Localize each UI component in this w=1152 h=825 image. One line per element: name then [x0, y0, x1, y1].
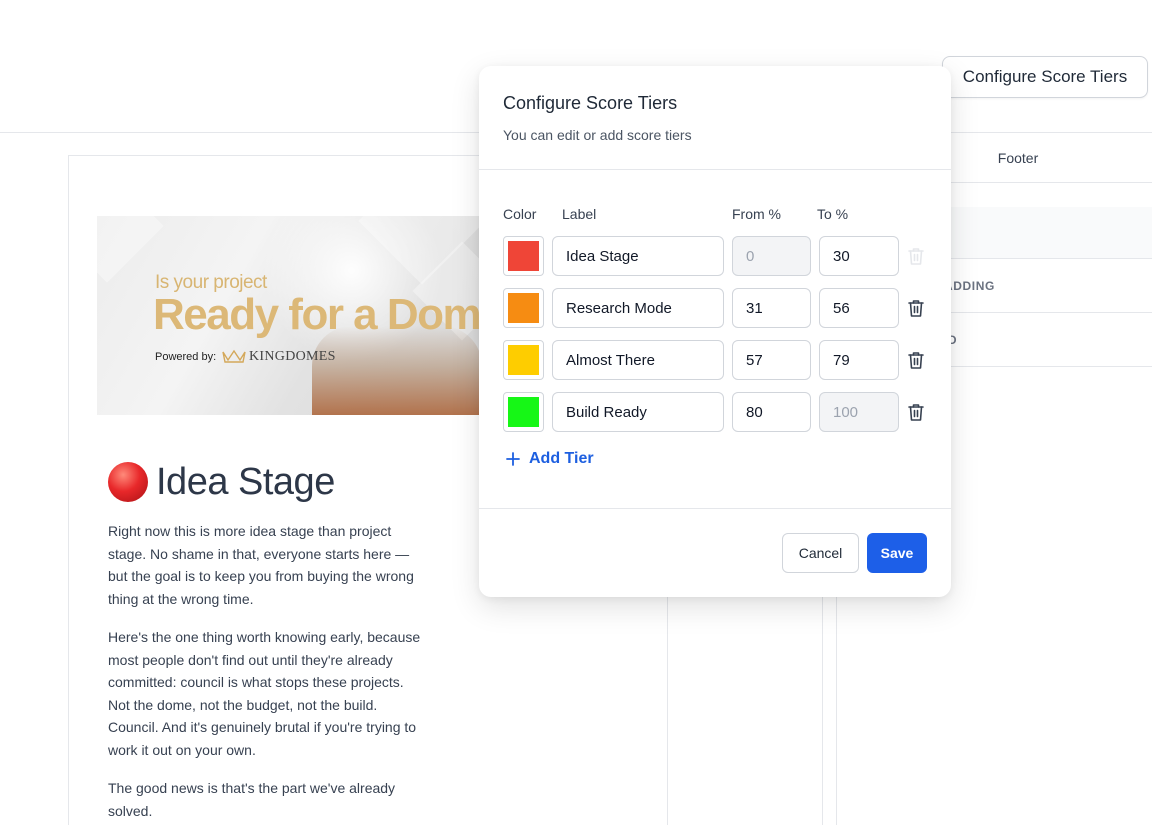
cancel-button[interactable]: Cancel [782, 533, 859, 573]
tier-label-input[interactable] [552, 340, 724, 380]
tier-from-input [732, 236, 811, 276]
tier-from-input[interactable] [732, 288, 811, 328]
configure-score-tiers-modal: Configure Score Tiers You can edit or ad… [479, 66, 951, 597]
color-swatch[interactable] [503, 236, 544, 276]
column-header-to: To % [817, 206, 849, 222]
color-swatch-fill [508, 241, 539, 271]
tier-label-input[interactable] [552, 392, 724, 432]
result-section: Idea Stage Right now this is more idea s… [108, 458, 528, 822]
configure-score-tiers-button[interactable]: Configure Score Tiers [942, 56, 1148, 98]
modal-subtitle: You can edit or add score tiers [503, 127, 692, 143]
tier-label-input[interactable] [552, 288, 724, 328]
color-swatch[interactable] [503, 392, 544, 432]
add-tier-button[interactable]: Add Tier [505, 450, 594, 468]
hero-banner: Is your project Ready for a Dom Powered … [97, 216, 480, 415]
divider [479, 508, 951, 509]
tab-footer-label: Footer [997, 149, 1039, 166]
color-swatch-fill [508, 345, 539, 375]
color-swatch[interactable] [503, 340, 544, 380]
column-header-from: From % [732, 206, 781, 222]
column-header-label: Label [562, 206, 597, 222]
tier-from-input[interactable] [732, 392, 811, 432]
crown-icon [222, 349, 246, 363]
plus-icon [506, 452, 520, 466]
result-heading: Idea Stage [108, 458, 528, 506]
tier-row [479, 392, 951, 432]
hero-decor [97, 216, 164, 283]
modal-title: Configure Score Tiers [503, 93, 678, 113]
color-swatch-fill [508, 293, 539, 323]
tier-label-input[interactable] [552, 236, 724, 276]
result-paragraph: Here's the one thing worth knowing early… [108, 629, 421, 758]
hero-brand: KINGDOMES [249, 349, 336, 364]
setting-row-label: ADDING [944, 278, 995, 293]
trash-icon[interactable] [907, 298, 925, 318]
tier-to-input [819, 392, 899, 432]
add-tier-label: Add Tier [529, 450, 594, 467]
tier-to-input[interactable] [819, 288, 899, 328]
result-paragraph: The good news is that's the part we've a… [108, 780, 396, 819]
hero-headline: Ready for a Dom [153, 290, 480, 339]
trash-icon[interactable] [907, 402, 925, 422]
column-header-color: Color [503, 206, 537, 222]
color-swatch[interactable] [503, 288, 544, 328]
trash-icon [908, 248, 924, 265]
tier-to-input[interactable] [819, 340, 899, 380]
tier-row [479, 340, 951, 380]
tier-row [479, 236, 951, 276]
result-paragraph: Right now this is more idea stage than p… [108, 523, 414, 607]
trash-icon[interactable] [907, 350, 925, 370]
save-button[interactable]: Save [867, 533, 927, 573]
result-title: Idea Stage [156, 460, 335, 503]
tier-to-input[interactable] [819, 236, 899, 276]
red-circle-icon [108, 462, 148, 502]
hero-powered-by: Powered by: [155, 351, 217, 363]
divider [479, 169, 951, 170]
color-swatch-fill [508, 397, 539, 427]
tier-row [479, 288, 951, 328]
tier-from-input[interactable] [732, 340, 811, 380]
